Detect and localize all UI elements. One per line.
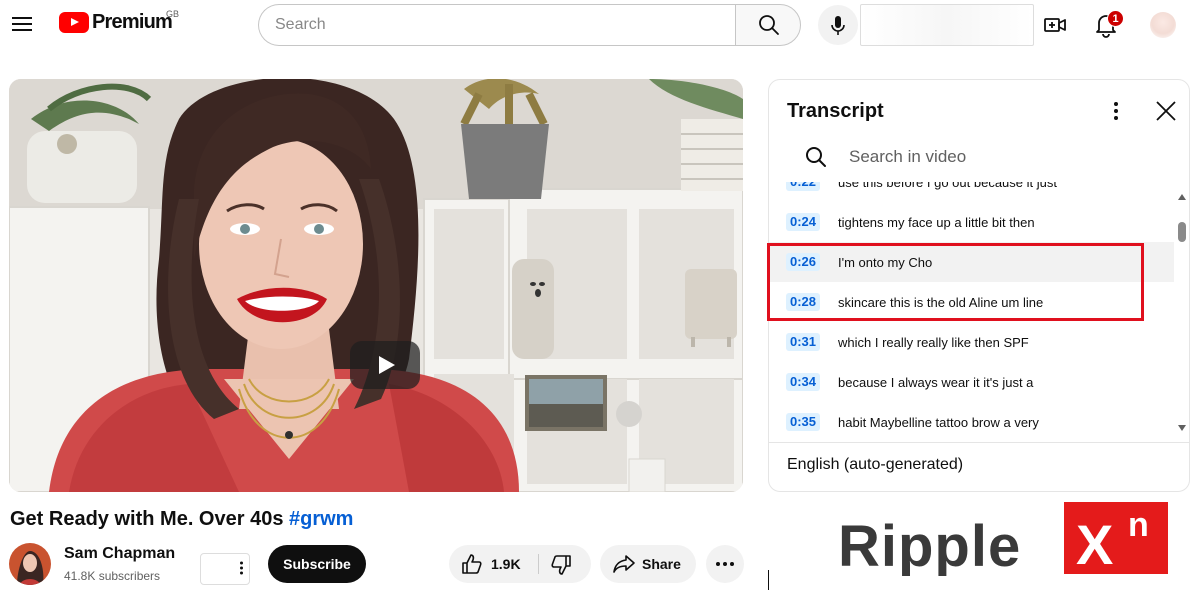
- transcript-segment[interactable]: 0:28 skincare this is the old Aline um l…: [769, 282, 1174, 322]
- youtube-play-logo-icon: [59, 12, 89, 33]
- notification-count-badge: 1: [1107, 10, 1124, 27]
- like-button[interactable]: 1.9K: [449, 545, 539, 583]
- transcript-search-button[interactable]: [803, 144, 829, 170]
- search-icon: [759, 15, 779, 35]
- close-icon: [1156, 101, 1176, 121]
- segment-text: because I always wear it it's just a: [838, 375, 1034, 390]
- video-player[interactable]: [9, 79, 743, 492]
- segment-timestamp[interactable]: 0:26: [786, 253, 821, 271]
- transcript-footer-divider: [769, 442, 1189, 443]
- transcript-menu-button[interactable]: [1105, 98, 1127, 124]
- segment-text: use this before I go out because it just: [838, 182, 1057, 190]
- transcript-language-selector[interactable]: English (auto-generated): [787, 456, 963, 474]
- segment-text: habit Maybelline tattoo brow a very: [838, 415, 1039, 430]
- transcript-segment[interactable]: 0:35 habit Maybelline tattoo brow a very: [769, 402, 1174, 438]
- account-avatar[interactable]: [1150, 12, 1176, 38]
- segment-timestamp[interactable]: 0:28: [786, 293, 821, 311]
- like-count: 1.9K: [491, 556, 521, 572]
- logo-brand-text: Ripple: [838, 514, 1021, 576]
- transcript-title: Transcript: [787, 100, 884, 122]
- search-input[interactable]: Search: [258, 4, 736, 46]
- text-cursor: [768, 570, 769, 590]
- thumbs-up-icon: [462, 554, 482, 574]
- segment-timestamp[interactable]: 0:35: [786, 413, 821, 431]
- microphone-icon: [831, 16, 845, 35]
- transcript-close-button[interactable]: [1153, 98, 1179, 124]
- transcript-search-input[interactable]: Search in video: [849, 142, 1149, 172]
- redacted-area: [860, 4, 1034, 46]
- search-icon: [806, 147, 826, 167]
- logo-region: GB: [166, 9, 180, 19]
- more-actions-button[interactable]: [706, 545, 744, 583]
- more-vertical-icon: [1114, 102, 1118, 120]
- more-horizontal-icon: [716, 562, 734, 566]
- transcript-segment[interactable]: 0:22 use this before I go out because it…: [769, 182, 1174, 202]
- share-arrow-icon: [613, 555, 635, 573]
- transcript-segment-active[interactable]: 0:26 I'm onto my Cho: [769, 242, 1174, 282]
- segment-timestamp[interactable]: 0:31: [786, 333, 821, 351]
- top-bar: Premium GB Search 1: [0, 0, 1200, 50]
- menu-icon[interactable]: [10, 12, 34, 36]
- logo-brand-mark: X: [1076, 513, 1113, 576]
- segment-timestamp[interactable]: 0:22: [786, 182, 821, 191]
- transcript-scrollbar[interactable]: [1175, 182, 1189, 438]
- share-button[interactable]: Share: [600, 545, 696, 583]
- scroll-up-arrow-icon[interactable]: [1178, 194, 1186, 200]
- segment-text: tightens my face up a little bit then: [838, 215, 1035, 230]
- hashtag-link[interactable]: #grwm: [289, 508, 353, 530]
- logo-text: Premium: [92, 11, 173, 33]
- scrollbar-thumb[interactable]: [1178, 222, 1186, 242]
- share-label: Share: [642, 556, 681, 572]
- voice-search-button[interactable]: [818, 5, 858, 45]
- thumbs-down-icon: [551, 555, 571, 575]
- create-video-icon: [1044, 18, 1066, 32]
- more-vertical-icon: [240, 561, 243, 575]
- channel-name[interactable]: Sam Chapman: [64, 545, 175, 563]
- create-button[interactable]: [1042, 12, 1068, 38]
- dislike-button[interactable]: [539, 545, 591, 583]
- subscribe-button[interactable]: Subscribe: [268, 545, 366, 583]
- channel-avatar-image: [9, 543, 51, 585]
- scroll-down-arrow-icon[interactable]: [1178, 425, 1186, 431]
- segment-text: skincare this is the old Aline um line: [838, 295, 1044, 310]
- video-title-text: Get Ready with Me. Over 40s: [10, 508, 289, 530]
- subscriber-count: 41.8K subscribers: [64, 569, 161, 583]
- youtube-premium-logo[interactable]: Premium GB: [59, 9, 179, 34]
- transcript-segment-list: 0:22 use this before I go out because it…: [769, 182, 1177, 438]
- framed-photo: [525, 375, 607, 431]
- like-dislike-group: 1.9K: [449, 545, 591, 583]
- shelf-pot: [685, 269, 737, 347]
- segment-text: which I really really like then SPF: [838, 335, 1029, 350]
- redacted-button[interactable]: [200, 553, 250, 585]
- transcript-panel: Transcript Search in video 0:22 use this…: [768, 79, 1190, 492]
- shelf-vase: [512, 259, 554, 359]
- segment-text: I'm onto my Cho: [838, 255, 933, 270]
- video-title: Get Ready with Me. Over 40s #grwm: [10, 508, 353, 531]
- segment-timestamp[interactable]: 0:24: [786, 213, 821, 231]
- transcript-segment[interactable]: 0:24 tightens my face up a little bit th…: [769, 202, 1174, 242]
- logo-brand-sup: n: [1128, 506, 1149, 544]
- video-frame-illustration: [9, 79, 743, 492]
- transcript-segment[interactable]: 0:34 because I always wear it it's just …: [769, 362, 1174, 402]
- segment-timestamp[interactable]: 0:34: [786, 373, 821, 391]
- search-button[interactable]: [735, 4, 801, 46]
- channel-avatar[interactable]: [9, 543, 51, 585]
- transcript-segment[interactable]: 0:31 which I really really like then SPF: [769, 322, 1174, 362]
- ripplexn-logo: Ripple X n: [838, 502, 1170, 579]
- play-button-overlay[interactable]: [350, 341, 420, 389]
